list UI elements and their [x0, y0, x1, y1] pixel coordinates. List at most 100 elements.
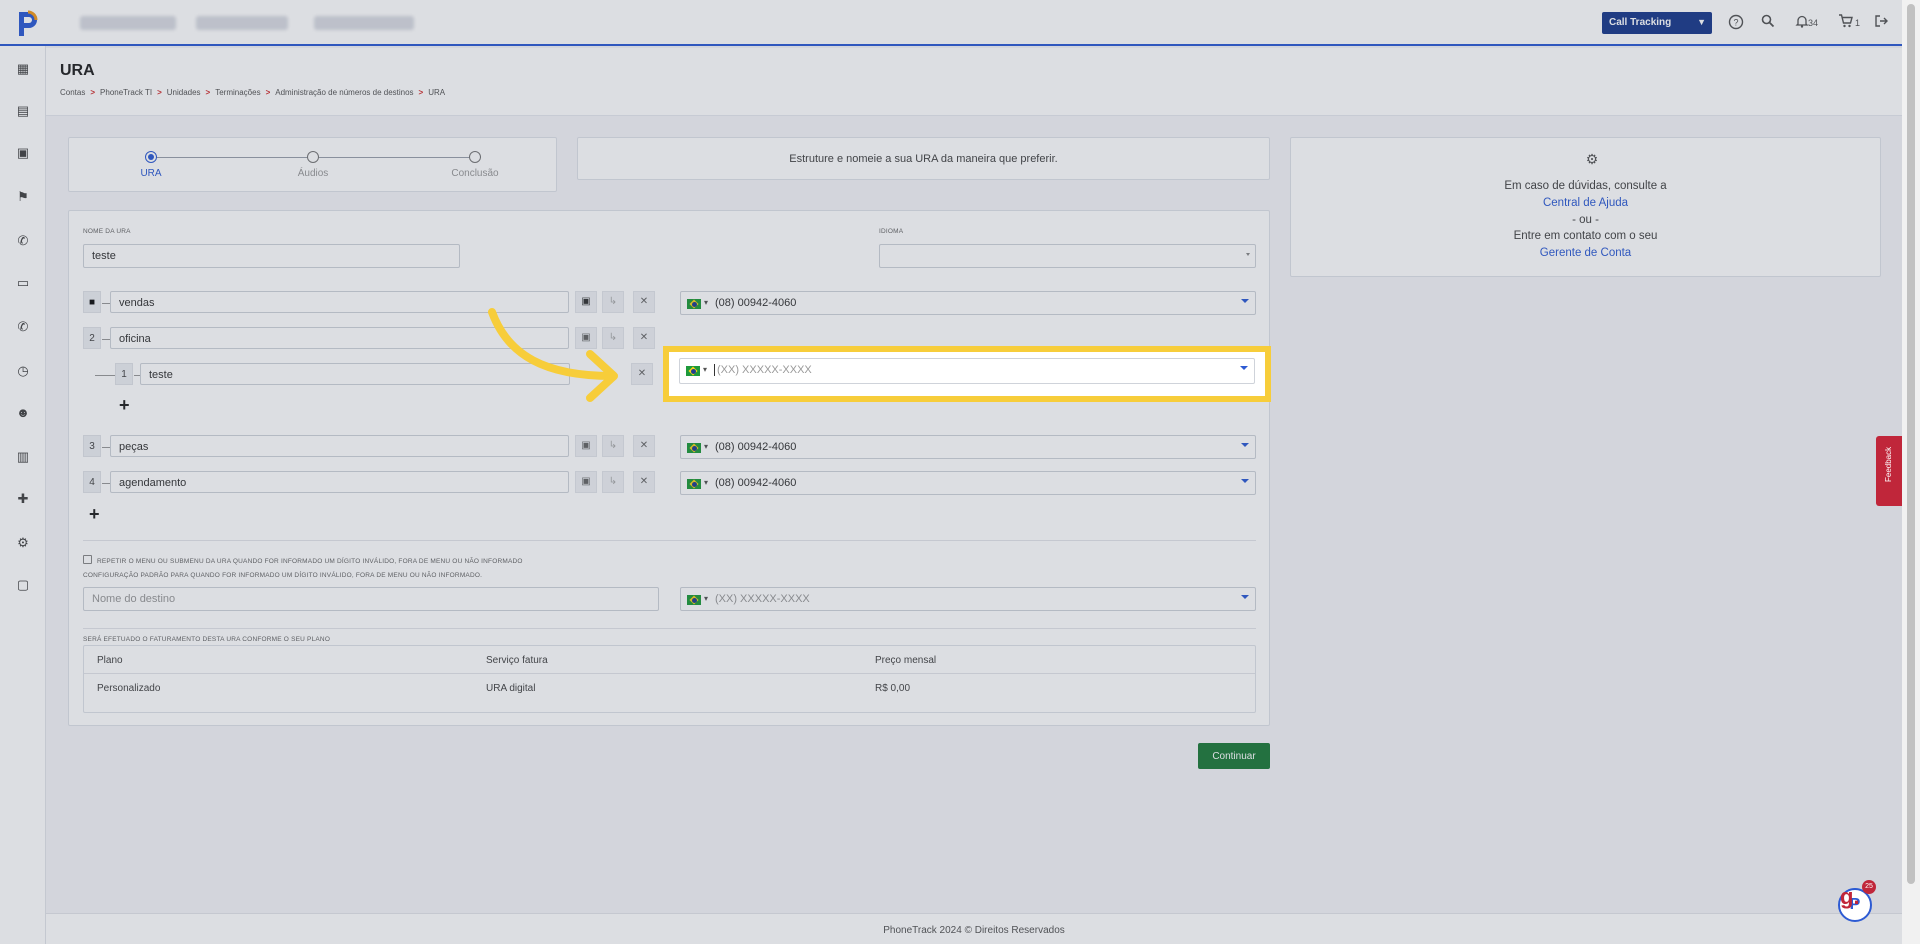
billing-label: Será efetuado o faturamento desta URA co…: [83, 636, 331, 643]
logout-icon[interactable]: [1872, 14, 1890, 32]
feedback-label: Feedback: [1884, 446, 1893, 482]
menu-key-1: ■: [83, 291, 101, 313]
menu-phone-select[interactable]: ▾ (08) 00942-4060: [680, 471, 1256, 495]
help-center-link[interactable]: Central de Ajuda: [1291, 197, 1880, 209]
add-submenu-plus-icon[interactable]: +: [119, 395, 130, 416]
search-icon[interactable]: [1759, 14, 1777, 32]
destination-name-input[interactable]: Nome do destino: [83, 587, 659, 611]
phonetrack-logo[interactable]: [14, 8, 42, 38]
step-dot-ura[interactable]: [145, 151, 157, 163]
store-icon[interactable]: ▢: [14, 576, 32, 594]
destination-phone-select[interactable]: ▾ (XX) XXXXX-XXXX: [680, 587, 1256, 611]
help-icon[interactable]: ?: [1727, 14, 1745, 32]
breadcrumb-terminacoes[interactable]: Terminações: [215, 88, 260, 97]
menu-phone-select[interactable]: ▾ (08) 00942-4060: [680, 435, 1256, 459]
puzzle-icon[interactable]: ✚: [14, 490, 32, 508]
remove-menu-item-button[interactable]: ✕: [633, 291, 655, 313]
destination-phone-placeholder: (XX) XXXXX-XXXX: [715, 593, 810, 605]
menu-item-name-input[interactable]: peças: [110, 435, 569, 457]
brazil-flag-icon: [687, 595, 701, 605]
chevron-down-icon: ▾: [704, 594, 709, 603]
blurred-account-unit: [196, 16, 288, 30]
section-divider: [83, 540, 1256, 541]
submenu-connector: [95, 375, 115, 376]
contact-card-icon[interactable]: ▭: [14, 274, 32, 292]
history-icon[interactable]: ◷: [14, 362, 32, 380]
billing-cell-preco: R$ 0,00: [875, 683, 911, 694]
add-submenu-button[interactable]: ↳: [602, 471, 624, 493]
remove-menu-item-button[interactable]: ✕: [633, 327, 655, 349]
remove-menu-item-button[interactable]: ✕: [633, 471, 655, 493]
repeat-menu-checkbox[interactable]: [83, 555, 92, 564]
guide-icon[interactable]: g.: [1840, 884, 1860, 910]
phone-call-icon[interactable]: ✆: [14, 318, 32, 336]
hint-text: Estruture e nomeie a sua URA da maneira …: [789, 153, 1058, 165]
top-bar: Call Tracking ▼ ? 34 1: [0, 0, 1902, 46]
ura-name-input[interactable]: teste: [83, 244, 460, 268]
flag-icon[interactable]: ⚑: [14, 188, 32, 206]
chevron-down-icon: [1246, 253, 1250, 256]
cart-icon[interactable]: [1837, 14, 1855, 32]
chevron-down-icon: ▾: [704, 478, 709, 487]
notifications-count: 34: [1808, 18, 1819, 28]
account-manager-link[interactable]: Gerente de Conta: [1291, 247, 1880, 259]
briefcase-icon[interactable]: ▣: [14, 144, 32, 162]
building-icon[interactable]: ▤: [14, 102, 32, 120]
billing-cell-plano: Personalizado: [97, 683, 161, 694]
repeat-menu-label: Repetir o menu ou submenu da URA quando …: [97, 558, 523, 565]
breadcrumb-separator-icon: >: [205, 88, 211, 97]
brazil-flag-icon: [687, 443, 701, 453]
language-select[interactable]: [879, 244, 1256, 268]
settings-icon[interactable]: ⚙: [14, 534, 32, 552]
chevron-down-icon: [1241, 479, 1249, 483]
page-header: URA Contas > PhoneTrack TI > Unidades > Ter…: [46, 48, 1902, 116]
add-menu-item-plus-icon[interactable]: +: [89, 504, 100, 525]
breadcrumb-phonetrack[interactable]: PhoneTrack TI: [100, 88, 152, 97]
blurred-account-extra: [314, 16, 414, 30]
step-label-conclusao: Conclusão: [451, 168, 499, 179]
billing-header-plano: Plano: [97, 655, 123, 666]
audio-settings-button[interactable]: ▣: [575, 471, 597, 493]
menu-key-3: 3: [83, 435, 101, 457]
breadcrumb-contas[interactable]: Contas: [60, 88, 85, 97]
menu-key-4: 4: [83, 471, 101, 493]
breadcrumb-separator-icon: >: [418, 88, 424, 97]
chevron-down-icon: [1240, 366, 1248, 370]
menu-phone-select[interactable]: ▾ (08) 00942-4060: [680, 291, 1256, 315]
chevron-down-icon: [1241, 443, 1249, 447]
menu-phone-value: (08) 00942-4060: [715, 297, 797, 309]
gear-icon: ⚙: [1585, 151, 1599, 167]
step-dot-conclusao[interactable]: [469, 151, 481, 163]
step-label-audios: Áudios: [297, 168, 329, 179]
remove-submenu-item-button[interactable]: ✕: [631, 363, 653, 385]
breadcrumb: Contas > PhoneTrack TI > Unidades > Termina…: [60, 88, 445, 97]
menu-phone-value: (08) 00942-4060: [715, 477, 797, 489]
breadcrumb-unidades[interactable]: Unidades: [167, 88, 201, 97]
users-icon[interactable]: ☻: [14, 404, 32, 422]
page-scrollbar[interactable]: [1902, 0, 1920, 944]
remove-menu-item-button[interactable]: ✕: [633, 435, 655, 457]
menu-item-name-input[interactable]: agendamento: [110, 471, 569, 493]
submenu-phone-select[interactable]: ▾ (XX) XXXXX-XXXX: [679, 358, 1255, 384]
product-select[interactable]: Call Tracking ▼: [1602, 12, 1712, 34]
svg-text:?: ?: [1733, 18, 1738, 28]
scrollbar-thumb[interactable]: [1907, 4, 1915, 884]
audio-settings-button[interactable]: ▣: [575, 435, 597, 457]
add-submenu-button[interactable]: ↳: [602, 435, 624, 457]
step-dot-audios[interactable]: [307, 151, 319, 163]
breadcrumb-administracao[interactable]: Administração de números de destinos: [275, 88, 413, 97]
breadcrumb-separator-icon: >: [157, 88, 162, 97]
phone-icon[interactable]: ✆: [14, 232, 32, 250]
product-select-label: Call Tracking: [1609, 17, 1672, 28]
dashboard-icon[interactable]: ▦: [14, 60, 32, 78]
billing-table-divider: [84, 673, 1255, 674]
footer: PhoneTrack 2024 © Direitos Reservados: [46, 913, 1902, 944]
chevron-down-icon: ▾: [703, 365, 708, 374]
ura-form-panel: Nome da URA teste Idioma ■ vendas ▣ ↳ ✕ …: [68, 210, 1270, 726]
highlighted-phone-field: ▾ (XX) XXXXX-XXXX: [663, 346, 1271, 402]
continue-button[interactable]: Continuar: [1198, 743, 1270, 769]
language-label: Idioma: [879, 228, 904, 235]
library-icon[interactable]: ▥: [14, 448, 32, 466]
feedback-tab[interactable]: Feedback: [1876, 436, 1902, 506]
chevron-down-icon: [1241, 595, 1249, 599]
